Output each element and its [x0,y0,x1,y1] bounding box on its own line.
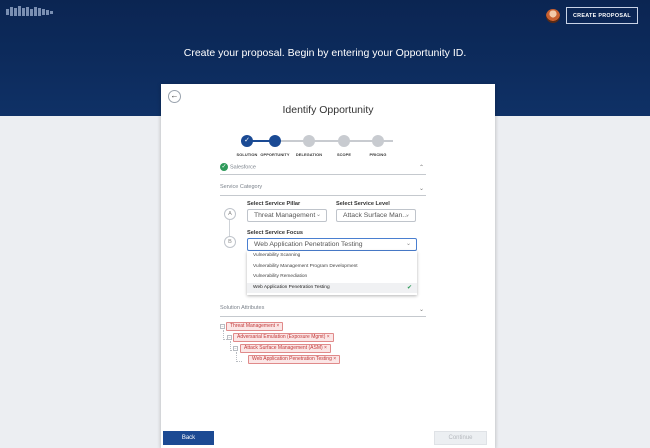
step-dot [338,135,350,147]
service-focus-value: Web Application Penetration Testing [254,241,363,248]
user-avatar[interactable] [546,9,560,23]
service-pillar-value: Threat Management [254,212,316,219]
back-button[interactable]: Back [163,431,214,445]
chevron-down-icon[interactable]: ⌄ [419,306,424,313]
service-focus-select[interactable]: Web Application Penetration Testing ⌄ [247,238,417,251]
continue-button[interactable]: Continue [434,431,487,445]
card-title: Identify Opportunity [282,104,374,116]
arrow-left-icon[interactable]: ← [168,90,181,103]
brand-logo [6,6,53,16]
step-label: DELEGATION [295,152,323,157]
step-scope[interactable]: SCOPE [326,135,362,157]
identify-opportunity-card: ← Identify Opportunity ✓ SOLUTION OPPORT… [161,84,495,448]
dropdown-option[interactable]: Vulnerability Remediation [247,272,417,283]
salesforce-label: Salesforce [230,164,256,171]
service-level-label: Select Service Level [336,201,390,207]
check-circle-icon: ✓ [220,163,228,171]
page-title: Create your proposal. Begin by entering … [183,47,467,59]
step-delegation[interactable]: DELEGATION [291,135,327,157]
solution-attributes-label: Solution Attributes [220,305,265,311]
chevron-down-icon[interactable]: ⌄ [419,185,424,192]
attribute-tag[interactable]: Adversarial Emulation (Exposure Mgmt) × [233,333,334,342]
service-category-section[interactable]: Service Category ⌄ [220,184,426,196]
service-level-select[interactable]: Attack Surface Man... ⌄ [336,209,416,222]
step-label: SCOPE [336,152,352,157]
step-label: OPPORTUNITY [260,152,290,157]
step-dot [372,135,384,147]
step-opportunity[interactable]: OPPORTUNITY [257,135,293,157]
create-proposal-button[interactable]: CREATE PROPOSAL [566,7,638,24]
dropdown-option-label: Web Application Penetration Testing [253,284,330,290]
service-focus-label: Select Service Focus [247,230,303,236]
collapse-icon[interactable]: − [233,346,238,351]
chevron-down-icon: ⌄ [405,241,411,247]
tree-connector [236,352,242,362]
step-label: PRICING [369,152,387,157]
marker-a: A [224,208,236,220]
check-icon: ✔ [406,284,412,291]
service-pillar-label: Select Service Pillar [247,201,301,207]
step-dot [303,135,315,147]
service-pillar-select[interactable]: Threat Management ⌄ [247,209,327,222]
service-level-value: Attack Surface Man... [343,212,408,219]
service-focus-dropdown: Vulnerability Scanning Vulnerability Man… [247,251,417,295]
salesforce-section[interactable]: ✓ Salesforce ⌃ [220,163,426,175]
collapse-icon[interactable]: − [227,335,232,340]
service-category-label: Service Category [220,184,263,190]
dropdown-option[interactable]: Vulnerability Management Program Develop… [247,262,417,273]
step-dot [269,135,281,147]
marker-b: B [224,236,236,248]
chevron-down-icon: ⌄ [315,212,321,218]
step-pricing[interactable]: PRICING [360,135,396,157]
collapse-icon[interactable]: − [220,324,225,329]
attribute-tag[interactable]: Attack Surface Management (ASM) × [240,344,331,353]
chevron-up-icon[interactable]: ⌃ [419,164,424,171]
check-icon: ✓ [241,135,253,147]
dropdown-option-selected[interactable]: Web Application Penetration Testing ✔ [247,282,417,293]
attribute-tag[interactable]: Web Application Penetration Testing × [248,355,341,364]
dropdown-option[interactable]: Vulnerability Scanning [247,251,417,262]
progress-stepper: ✓ SOLUTION OPPORTUNITY DELEGATION SCOPE … [229,135,421,163]
solution-attributes-section[interactable]: Solution Attributes ⌄ [220,305,426,317]
attribute-tag[interactable]: Threat Management × [226,322,284,331]
chevron-down-icon: ⌄ [404,212,410,218]
